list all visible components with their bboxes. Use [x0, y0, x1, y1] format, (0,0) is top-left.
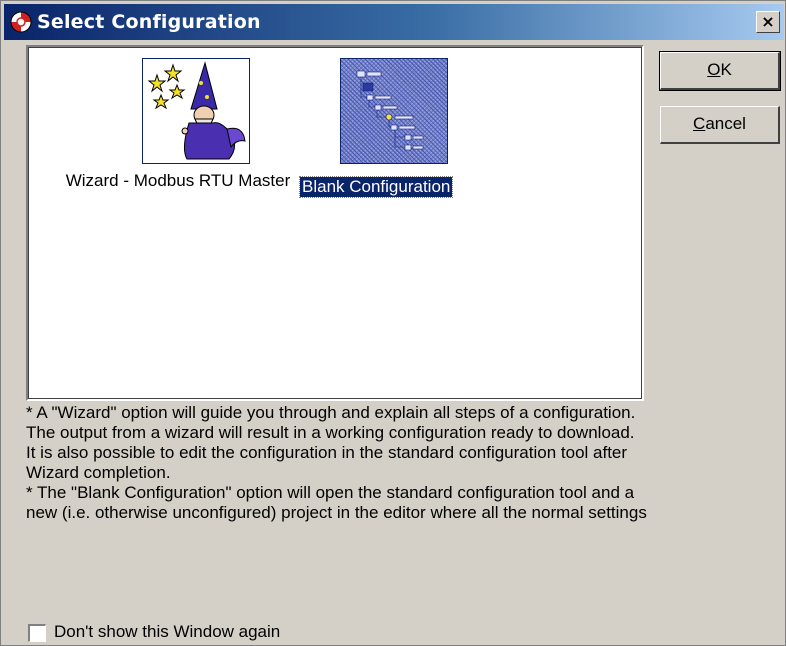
description-line: new (i.e. otherwise unconfigured) projec…: [26, 503, 647, 522]
ok-label-rest: K: [720, 60, 732, 79]
list-item-wizard-modbus-rtu-master[interactable]: Wizard - Modbus RTU Master: [58, 57, 298, 217]
close-icon: ×: [761, 12, 775, 31]
checkbox-label: Don't show this Window again: [54, 622, 281, 641]
list-item-label: Wizard - Modbus RTU Master: [65, 171, 291, 190]
description-line: It is also possible to edit the configur…: [26, 443, 628, 462]
cancel-label-rest: ancel: [705, 114, 746, 133]
list-item-blank-configuration[interactable]: Blank Configuration: [298, 57, 500, 217]
cancel-accelerator: C: [693, 114, 706, 133]
select-configuration-dialog: Select Configuration × Wizard - Modbus R…: [0, 0, 786, 646]
list-item-label: Blank Configuration: [298, 176, 454, 198]
configuration-app-icon: [10, 11, 32, 33]
description-line: Wizard completion.: [26, 463, 171, 482]
description-line: * A "Wizard" option will guide you throu…: [26, 403, 636, 422]
checkbox-box[interactable]: [28, 624, 46, 642]
title-bar[interactable]: Select Configuration ×: [4, 4, 784, 40]
window-title: Select Configuration: [37, 11, 261, 33]
cancel-button[interactable]: Cancel: [660, 106, 780, 144]
ok-accelerator: O: [707, 60, 721, 79]
description-line: * The "Blank Configuration" option will …: [26, 483, 635, 502]
close-button[interactable]: ×: [756, 11, 780, 33]
configuration-list[interactable]: Wizard - Modbus RTU Master Blank Configu…: [26, 45, 644, 401]
ok-button[interactable]: OK: [659, 51, 781, 91]
description-line: The output from a wizard will result in …: [26, 423, 635, 442]
wizard-icon: [142, 58, 250, 164]
description-text: * A "Wizard" option will guide you throu…: [26, 403, 766, 617]
blank-configuration-icon: [340, 58, 448, 164]
